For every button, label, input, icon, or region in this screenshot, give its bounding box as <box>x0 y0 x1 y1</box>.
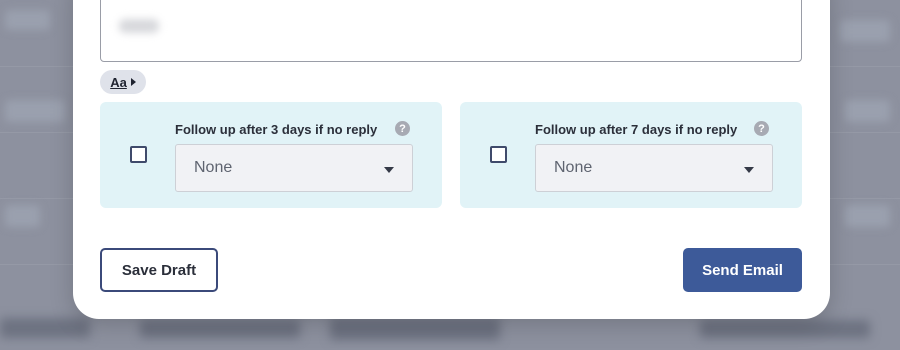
followup-7-days-checkbox[interactable] <box>490 146 507 163</box>
background-blob <box>330 318 500 340</box>
save-draft-button[interactable]: Save Draft <box>100 248 218 292</box>
format-label: Aa <box>110 74 127 90</box>
background-blob <box>840 20 890 42</box>
background-blob <box>140 320 300 338</box>
chevron-right-icon <box>130 78 136 86</box>
select-value: None <box>194 159 233 176</box>
text-format-toggle[interactable]: Aa <box>100 70 146 94</box>
background-blob <box>0 318 90 338</box>
background-blob <box>700 320 870 338</box>
chevron-down-icon <box>744 167 754 173</box>
chevron-down-icon <box>384 167 394 173</box>
background-blob <box>845 100 890 122</box>
followup-3-days-template-select[interactable]: None <box>175 144 413 192</box>
question-circle-icon[interactable]: ? <box>395 121 410 136</box>
email-body-textarea[interactable] <box>100 0 802 62</box>
background-blob <box>5 10 50 30</box>
send-email-button[interactable]: Send Email <box>683 248 802 292</box>
followup-3-days-label: Follow up after 3 days if no reply <box>175 122 378 137</box>
background-blob <box>845 205 890 227</box>
blurred-body-text <box>119 19 159 33</box>
select-value: None <box>554 159 593 176</box>
followup-7-days-template-select[interactable]: None <box>535 144 773 192</box>
followup-7-days-label: Follow up after 7 days if no reply <box>535 122 738 137</box>
followup-panel-7-days: Follow up after 7 days if no reply ? Non… <box>460 102 802 208</box>
followup-panel-3-days: Follow up after 3 days if no reply ? Non… <box>100 102 442 208</box>
question-circle-icon[interactable]: ? <box>754 121 769 136</box>
background-blob <box>5 205 40 227</box>
followup-3-days-checkbox[interactable] <box>130 146 147 163</box>
background-blob <box>5 100 65 122</box>
